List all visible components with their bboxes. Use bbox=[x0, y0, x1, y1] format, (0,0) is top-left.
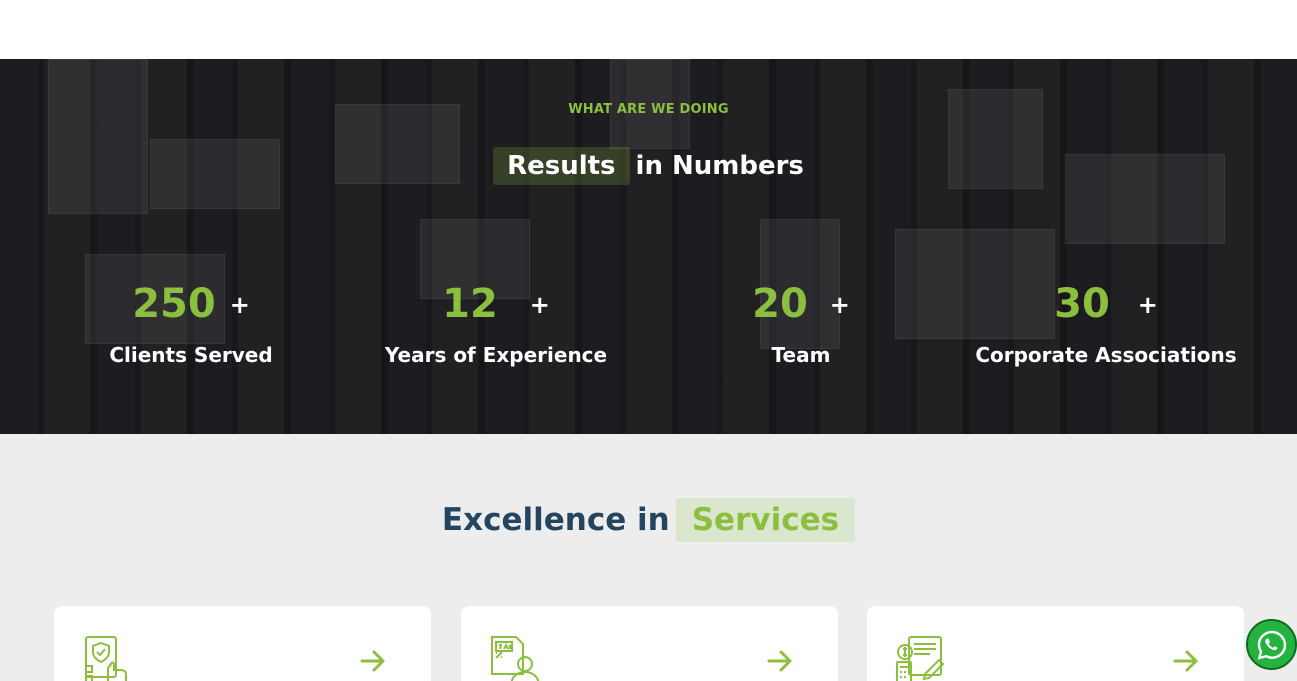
section-heading: Results in Numbers bbox=[0, 147, 1297, 185]
whatsapp-icon bbox=[1257, 630, 1286, 660]
stat-plus: + bbox=[1137, 291, 1158, 319]
top-bar bbox=[0, 0, 1297, 59]
stat-label: Corporate Associations bbox=[975, 343, 1237, 367]
service-card[interactable] bbox=[461, 606, 838, 681]
stat-label: Years of Experience bbox=[384, 343, 608, 367]
shield-checklist-icon bbox=[85, 636, 127, 681]
stats-section: WHAT ARE WE DOING Results in Numbers 250 +… bbox=[0, 59, 1297, 434]
stat-plus: + bbox=[529, 291, 550, 319]
heading-highlight: Results bbox=[493, 147, 630, 185]
heading-rest: in Numbers bbox=[635, 151, 804, 181]
stat-number: 250 bbox=[132, 281, 216, 327]
stat-number: 12 bbox=[442, 281, 498, 327]
arrow-right-icon[interactable] bbox=[767, 650, 793, 672]
stat-number: 20 bbox=[752, 281, 808, 327]
stat-years-experience: 12 + Years of Experience bbox=[346, 281, 646, 367]
arrow-right-icon[interactable] bbox=[360, 650, 386, 672]
stat-label: Team bbox=[771, 343, 831, 367]
finance-calculator-icon bbox=[896, 636, 945, 681]
services-title-highlight: Services bbox=[675, 498, 856, 542]
services-section: Excellence in Services bbox=[0, 434, 1297, 681]
stat-clients-served: 250 + Clients Served bbox=[41, 281, 341, 367]
stat-team: 20 + Team bbox=[651, 281, 951, 367]
service-card[interactable] bbox=[54, 606, 431, 681]
stat-plus: + bbox=[229, 291, 250, 319]
section-eyebrow: WHAT ARE WE DOING bbox=[568, 102, 729, 117]
arrow-right-icon[interactable] bbox=[1173, 650, 1199, 672]
whatsapp-button[interactable] bbox=[1246, 619, 1297, 670]
stat-corporate-associations: 30 + Corporate Associations bbox=[956, 281, 1256, 367]
tax-document-icon bbox=[491, 636, 540, 681]
background-building bbox=[48, 59, 148, 214]
stat-number: 30 bbox=[1054, 281, 1110, 327]
stat-label: Clients Served bbox=[109, 343, 273, 367]
services-title: Excellence in Services bbox=[0, 498, 1297, 542]
services-title-prefix: Excellence in bbox=[441, 502, 670, 538]
stat-plus: + bbox=[829, 291, 850, 319]
service-card[interactable] bbox=[867, 606, 1244, 681]
